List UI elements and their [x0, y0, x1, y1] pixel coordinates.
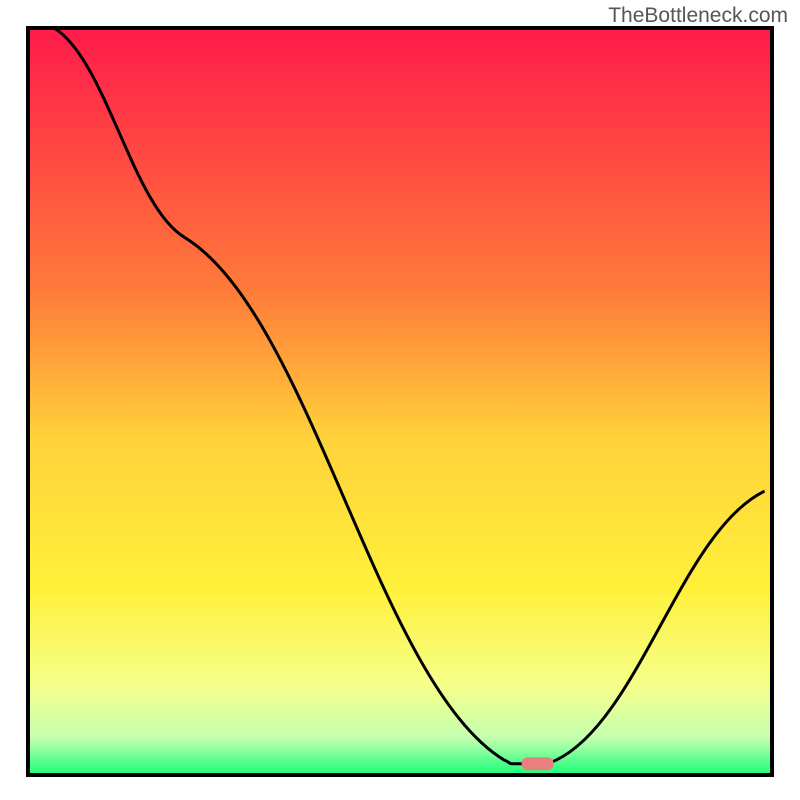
- plot-background: [28, 28, 772, 775]
- optimal-marker: [522, 757, 554, 770]
- chart-svg: [0, 0, 800, 800]
- watermark-text: TheBottleneck.com: [608, 4, 788, 28]
- bottleneck-chart: TheBottleneck.com: [0, 0, 800, 800]
